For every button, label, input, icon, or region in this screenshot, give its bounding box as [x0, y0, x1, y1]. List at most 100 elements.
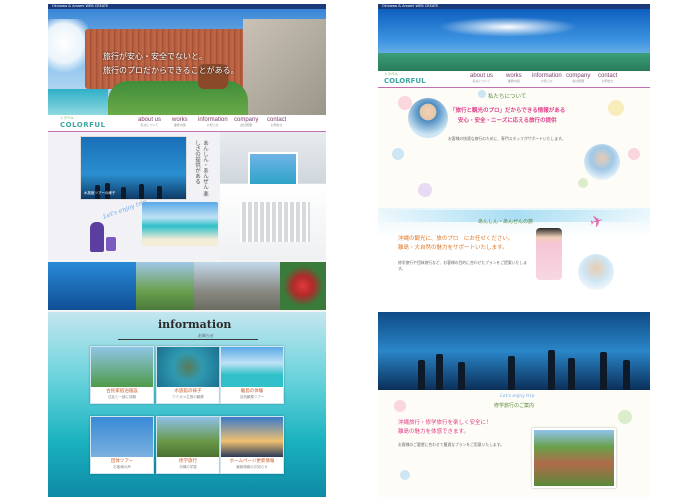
group-photo [136, 262, 194, 310]
silhouette [157, 186, 162, 199]
left-nav-company-sub: 会社概要 [240, 123, 253, 127]
silhouette [568, 358, 575, 390]
section2-heading2: 離島・大自然の魅力をサポートいたします。 [398, 245, 508, 251]
left-hero: 旅行が安心・安全でないと。 旅行のプロだからできることがある。 [48, 9, 326, 115]
left-nav-contact-sub: お問合せ [270, 123, 283, 127]
info-card[interactable]: 離島の体験 自然観察ツアー [220, 346, 284, 404]
decor-dot [608, 100, 624, 116]
hero-sea [48, 89, 108, 115]
right-nav-company[interactable]: company 会社概要 [566, 73, 590, 83]
right-nav-company-sub: 会社概要 [572, 79, 585, 83]
silhouette [418, 360, 425, 390]
right-nav-works-sub: 業務内容 [507, 79, 520, 83]
card-photo [157, 417, 219, 457]
left-nav-band: トラベル COLORFUL about us 私達について works 業務内容… [48, 115, 326, 132]
right-nav-information[interactable]: information お知らせ [532, 73, 562, 83]
suitcase-illustration [106, 237, 116, 251]
silhouette [548, 350, 555, 390]
elder-photo [578, 254, 614, 290]
right-section3: Let's enjoy trip 修学旅行のご案内 沖縄旅行・修学旅行を楽しく安… [378, 390, 650, 497]
info-card[interactable]: ホームページ更新情報 最新情報のお知らせ [220, 416, 284, 474]
cloud-left [48, 19, 88, 79]
nurse-photo [536, 228, 562, 280]
ruins-photo [194, 262, 280, 310]
left-info-section: information お知らせ 古民家宿泊施設 住民と一緒に体験 水族館の様子… [48, 312, 326, 497]
decor-dot [400, 470, 410, 480]
card-photo [91, 347, 153, 387]
left-nav-company[interactable]: company 会社概要 [234, 117, 258, 127]
left-nav-works-sub: 業務内容 [173, 123, 186, 127]
left-logo[interactable]: トラベル COLORFUL [60, 116, 106, 129]
script-text-right: Let's enjoy trip [500, 394, 535, 399]
card-text: ウミガメ生態の観察 [172, 395, 204, 399]
right-nav-about-sub: 私達について [472, 79, 491, 83]
family-portrait [584, 144, 620, 180]
decor-dot [418, 183, 432, 197]
silhouette [121, 187, 126, 199]
card-caption: 水族館の様子 [174, 389, 202, 394]
info-card[interactable]: 修学旅行 沖縄の学習 [156, 416, 220, 474]
right-logo-main: COLORFUL [384, 77, 426, 85]
section3-heading2: 離島の魅力を体感できます。 [398, 429, 469, 435]
hero-text-line1: 旅行が安心・安全でないと。 [103, 52, 207, 61]
village-photo [532, 428, 616, 488]
section2-body: 修学旅行や団体旅行など、お客様の目的に合わせたプランをご提案いたします。 [398, 260, 527, 271]
decor-dot [628, 148, 640, 160]
card-photo [157, 347, 219, 387]
left-nav-information-sub: お知らせ [206, 123, 219, 127]
right-nav-works[interactable]: works 業務内容 [506, 73, 522, 83]
script-text-left: Let's enjoy trip [102, 198, 148, 221]
silhouette [139, 184, 144, 199]
right-nav-information-sub: お知らせ [540, 79, 553, 83]
veranda-photo [220, 132, 326, 260]
card-caption: 古民家宿泊施設 [106, 389, 138, 394]
info-card[interactable]: 団体ツアー お客様の声 [90, 416, 154, 474]
aquarium-photo: 水族館ツアーの様子 [80, 136, 187, 200]
section3-title: 修学旅行のご案内 [494, 403, 535, 409]
silhouette [458, 362, 465, 390]
hero-stone-wall [243, 19, 326, 115]
left-nav-contact[interactable]: contact お問合せ [267, 117, 286, 127]
section3-heading1: 沖縄旅行・修学旅行を楽しく安全に！ [398, 420, 492, 426]
section2-heading1: 沖縄の観光に、旅のプロ にお任せください。 [398, 236, 514, 242]
card-text: 沖縄の学習 [179, 465, 197, 469]
section3-body: お客様のご要望に合わせて最適なプランをご用意いたします。 [398, 442, 504, 447]
right-nav-about[interactable]: about us 私達について [470, 73, 493, 83]
info-card[interactable]: 水族館の様子 ウミガメ生態の観察 [156, 346, 220, 404]
hero-text-line2: 旅行のプロだからできることがある。 [103, 66, 239, 75]
right-hero [378, 9, 650, 71]
card-text: 住民と一緒に体験 [108, 395, 136, 399]
left-nav-works[interactable]: works 業務内容 [172, 117, 188, 127]
right-aquarium [378, 312, 650, 390]
veranda-window [248, 152, 298, 186]
vertical-text: あんしん・あんぜん 楽しさの提供がある [194, 140, 208, 197]
decor-dot [478, 90, 486, 98]
divers-photo [48, 262, 136, 310]
right-mockup: Okinawa & Amami WEB CREATE トラベル COLORFUL… [378, 4, 650, 497]
card-caption: 修学旅行 [179, 459, 197, 464]
card-photo [221, 417, 283, 457]
left-nav-information[interactable]: information お知らせ [198, 117, 228, 127]
right-about-section: 私たちについて 「旅行と観光のプロ」だからできる情報がある 安心・安全・ニーズに… [378, 88, 650, 208]
right-hero-clouds [438, 17, 578, 37]
card-caption: 団体ツアー [110, 459, 134, 464]
right-nav-contact[interactable]: contact お問合せ [598, 73, 617, 83]
card-photo [221, 347, 283, 387]
right-nav-contact-sub: お問合せ [601, 79, 614, 83]
right-nav-band: トラベル COLORFUL about us 私達について works 業務内容… [378, 71, 650, 88]
beach-photo [142, 202, 218, 246]
about-heading: 私たちについて [488, 94, 527, 100]
right-logo[interactable]: トラベル COLORFUL [384, 72, 426, 85]
flower-photo [280, 262, 326, 310]
left-nav-about-sub: 私達について [140, 123, 159, 127]
about-pink2: 安心・安全・ニーズに応える旅行の提供 [458, 118, 557, 124]
silhouette [508, 356, 515, 390]
right-hero-shore [378, 53, 650, 71]
left-nav-about[interactable]: about us 私達について [138, 117, 161, 127]
staff-portrait [408, 98, 448, 138]
right-section2: ✈ あんしん・あんぜんの旅 沖縄の観光に、旅のプロ にお任せください。 離島・大… [378, 208, 650, 308]
info-underline [118, 339, 258, 340]
info-card[interactable]: 古民家宿泊施設 住民と一緒に体験 [90, 346, 154, 404]
card-text: 自然観察ツアー [239, 395, 265, 399]
veranda-rail [240, 202, 310, 242]
